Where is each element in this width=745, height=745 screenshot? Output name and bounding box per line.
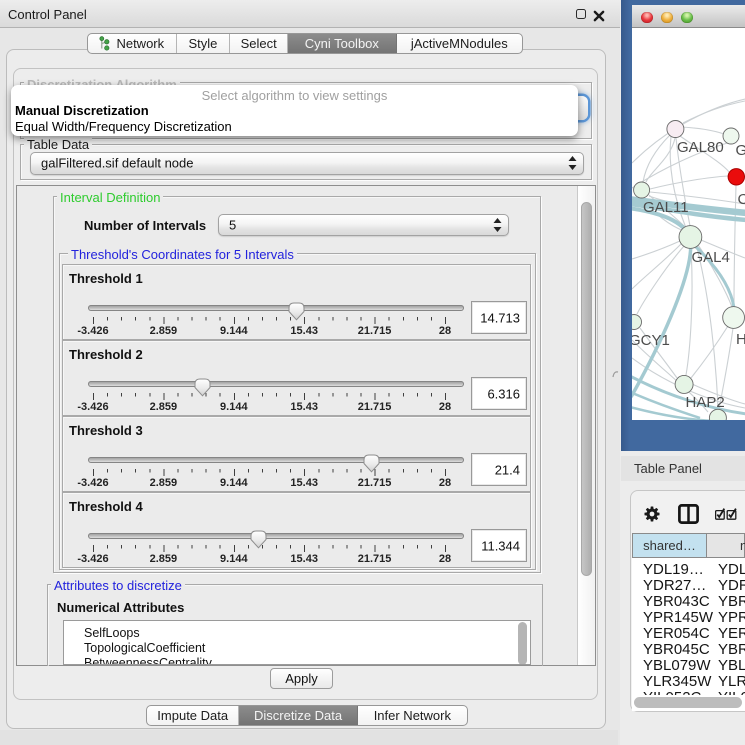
svg-text:HAP2: HAP2 xyxy=(686,394,725,411)
svg-text:C: C xyxy=(738,191,745,208)
svg-text:GAL11: GAL11 xyxy=(643,199,689,216)
svg-text:GCY1: GCY1 xyxy=(632,332,670,349)
svg-text:GAL80: GAL80 xyxy=(677,139,724,156)
svg-text:H: H xyxy=(736,331,745,348)
svg-text:GA: GA xyxy=(736,142,745,159)
svg-text:GAL4: GAL4 xyxy=(692,249,730,266)
